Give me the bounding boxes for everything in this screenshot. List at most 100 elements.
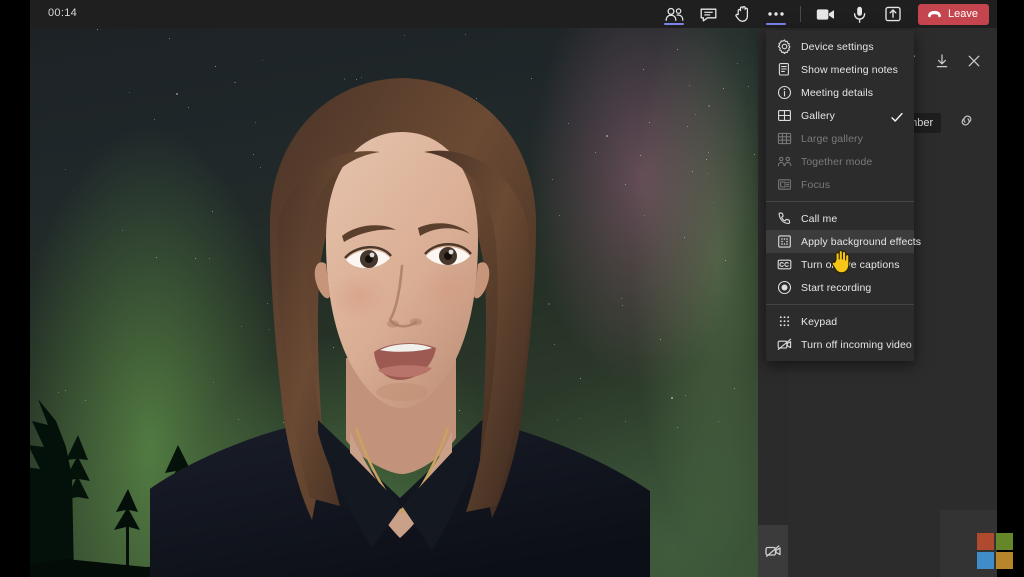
menu-item-turn-on-live-captions[interactable]: Turn on live captions xyxy=(766,253,914,276)
star xyxy=(713,202,714,203)
teams-meeting-window: umber 00:14 xyxy=(0,0,1024,577)
menu-item-label: Start recording xyxy=(801,282,871,294)
gear-icon xyxy=(777,39,792,54)
closed-caption-icon xyxy=(777,257,792,272)
letterbox-right xyxy=(997,0,1024,577)
microphone-icon xyxy=(853,6,866,23)
menu-item-turn-off-incoming-video[interactable]: Turn off incoming video xyxy=(766,333,914,356)
menu-separator xyxy=(766,304,914,305)
star xyxy=(671,397,673,399)
star xyxy=(689,85,690,86)
notes-icon xyxy=(777,62,792,77)
large-gallery-icon xyxy=(777,131,792,146)
more-options-button[interactable] xyxy=(759,0,793,28)
together-mode-icon xyxy=(777,154,792,169)
download-icon[interactable] xyxy=(935,54,949,73)
menu-item-label: Together mode xyxy=(801,156,872,168)
menu-item-together-mode: Together mode xyxy=(766,150,914,173)
meeting-top-bar: 00:14 xyxy=(0,0,997,28)
star xyxy=(685,395,686,396)
star xyxy=(660,339,661,340)
raise-hand-icon xyxy=(735,6,750,22)
star xyxy=(695,114,696,115)
menu-item-large-gallery: Large gallery xyxy=(766,127,914,150)
star xyxy=(708,105,710,107)
ellipsis-icon xyxy=(767,11,785,17)
menu-item-label: Show meeting notes xyxy=(801,64,898,76)
star xyxy=(692,171,693,172)
menu-item-start-recording[interactable]: Start recording xyxy=(766,276,914,299)
menu-item-label: Turn on live captions xyxy=(801,259,900,271)
camera-icon xyxy=(816,8,835,21)
background-effects-icon xyxy=(777,234,792,249)
letterbox-left xyxy=(0,0,30,577)
menu-separator xyxy=(766,201,914,202)
menu-item-show-meeting-notes[interactable]: Show meeting notes xyxy=(766,58,914,81)
star xyxy=(97,29,98,30)
star xyxy=(687,126,688,127)
menu-item-label: Gallery xyxy=(801,110,835,122)
menu-item-call-me[interactable]: Call me xyxy=(766,207,914,230)
menu-item-label: Large gallery xyxy=(801,133,863,145)
microsoft-logo xyxy=(977,533,1015,571)
raise-hand-button[interactable] xyxy=(725,0,759,28)
checkmark-icon xyxy=(891,110,903,128)
star xyxy=(725,260,726,261)
star xyxy=(706,159,707,160)
menu-item-label: Turn off incoming video xyxy=(801,339,912,351)
menu-item-label: Call me xyxy=(801,213,837,225)
logo-square-1 xyxy=(977,533,994,550)
show-participants-button[interactable] xyxy=(657,0,691,28)
chat-icon xyxy=(700,7,717,22)
star xyxy=(707,173,708,174)
star xyxy=(737,63,738,64)
keypad-icon xyxy=(777,314,792,329)
logo-square-3 xyxy=(977,552,994,569)
record-icon xyxy=(777,280,792,295)
menu-item-meeting-details[interactable]: Meeting details xyxy=(766,81,914,104)
menu-item-label: Apply background effects xyxy=(801,236,921,248)
star xyxy=(684,237,685,238)
panel-action-buttons xyxy=(903,54,981,73)
hangup-icon xyxy=(927,10,942,19)
leave-button-label: Leave xyxy=(948,8,978,20)
toggle-microphone-button[interactable] xyxy=(842,0,876,28)
active-indicator xyxy=(766,23,786,25)
meeting-stage: umber 00:14 xyxy=(0,0,997,577)
phone-icon xyxy=(777,211,792,226)
toggle-camera-button[interactable] xyxy=(808,0,842,28)
star xyxy=(129,92,130,93)
star xyxy=(73,190,74,191)
star xyxy=(718,421,719,422)
star xyxy=(677,427,678,428)
menu-item-gallery[interactable]: Gallery xyxy=(766,104,914,127)
menu-item-label: Device settings xyxy=(801,41,874,53)
people-icon xyxy=(665,7,684,22)
menu-item-label: Keypad xyxy=(801,316,837,328)
info-icon xyxy=(777,85,792,100)
star xyxy=(708,152,709,153)
show-conversation-button[interactable] xyxy=(691,0,725,28)
close-icon[interactable] xyxy=(967,54,981,73)
active-indicator xyxy=(664,23,684,25)
logo-square-4 xyxy=(996,552,1013,569)
menu-item-label: Meeting details xyxy=(801,87,873,99)
star xyxy=(122,230,123,231)
menu-item-keypad[interactable]: Keypad xyxy=(766,310,914,333)
leave-meeting-button[interactable]: Leave xyxy=(918,4,989,25)
camera-off-tile[interactable] xyxy=(758,525,788,577)
toolbar-divider xyxy=(800,6,801,22)
meeting-controls-toolbar: Leave xyxy=(657,0,989,28)
menu-item-device-settings[interactable]: Device settings xyxy=(766,35,914,58)
main-video-feed[interactable] xyxy=(30,28,758,577)
star xyxy=(65,169,66,170)
participant-video-person xyxy=(150,28,650,577)
menu-item-focus: Focus xyxy=(766,173,914,196)
menu-item-apply-background-effects[interactable]: Apply background effects xyxy=(766,230,914,253)
incoming-video-off-icon xyxy=(777,337,792,352)
link-icon[interactable] xyxy=(959,113,974,133)
share-screen-icon xyxy=(885,6,901,22)
share-content-button[interactable] xyxy=(876,0,910,28)
gallery-icon xyxy=(777,108,792,123)
star xyxy=(748,86,749,87)
